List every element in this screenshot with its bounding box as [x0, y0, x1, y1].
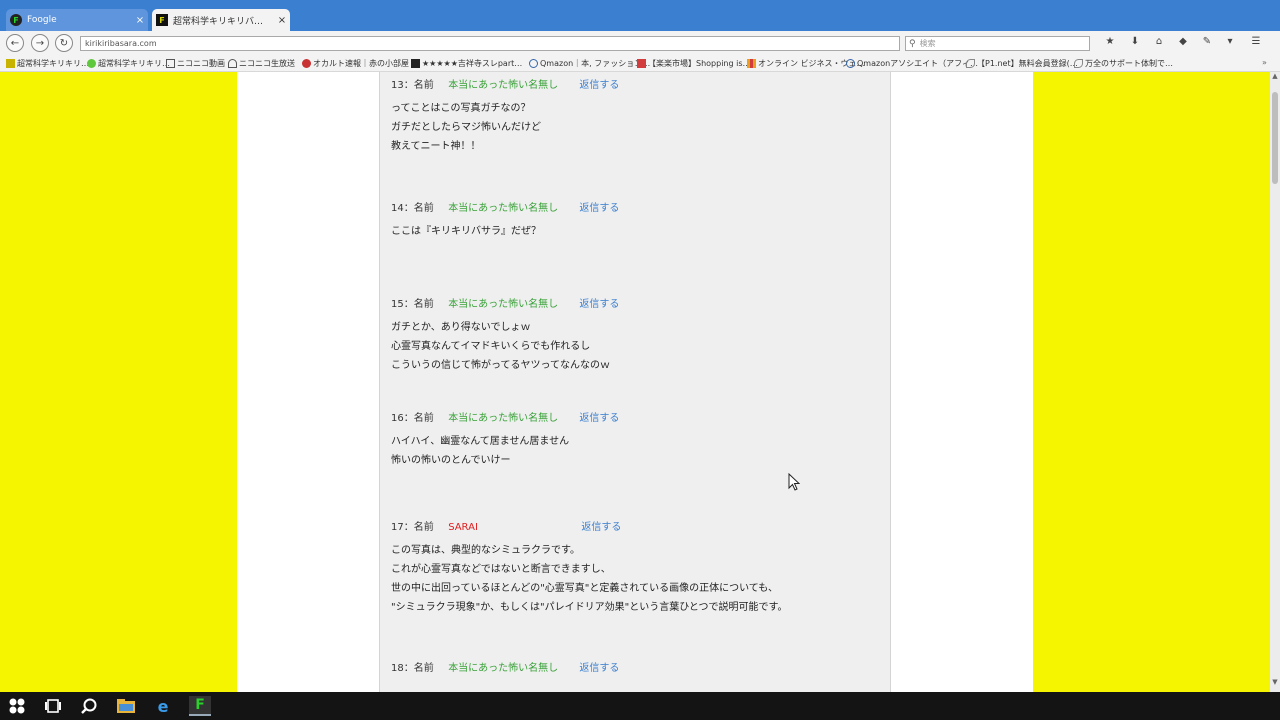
foogle-favicon-icon: F: [10, 14, 22, 26]
post-body: ハイハイ、幽霊なんて居ません居ません 怖いの怖いのとんでいけー: [391, 436, 570, 466]
leaf-icon: [966, 59, 975, 68]
os-taskbar: e F: [0, 692, 1280, 720]
comment-board: 13：名前 本当にあった怖い名無し 返信する ってことはこの写真ガチなの？ ガチ…: [379, 72, 891, 692]
search-icon: ⚲: [909, 38, 916, 49]
name-label: 名前: [413, 522, 434, 533]
tab-foogle[interactable]: F Foogle ×: [6, 9, 148, 31]
bookmarks-bar: 超常科学キリキリ… 超常科学キリキリ… ニコニコ動画 ニコニコ生放送 オカルト速…: [0, 55, 1280, 72]
cloud-icon: [228, 59, 237, 68]
bookmark-item[interactable]: ★★★★★吉祥寺スレpart…: [411, 58, 522, 69]
edge-browser-icon[interactable]: e: [152, 696, 174, 716]
windows-start-icon[interactable]: [6, 696, 28, 716]
bookmark-item[interactable]: Qmazon｜本, ファッション…: [529, 58, 650, 69]
box-icon: [637, 59, 646, 68]
tag-icon: [411, 59, 420, 68]
poster-name: SARAI: [448, 522, 478, 533]
reply-link[interactable]: 返信する: [581, 518, 621, 533]
reply-link[interactable]: 返信する: [579, 295, 619, 310]
bookmark-item[interactable]: Qmazonアソシエイト（アフィ…: [846, 58, 978, 69]
post-number: 14：: [391, 203, 414, 214]
post-number: 13：: [391, 80, 414, 91]
heart-icon: [87, 59, 96, 68]
user-icon: [846, 59, 855, 68]
poster-name: 本当にあった怖い名無し: [448, 80, 559, 91]
bookmark-item[interactable]: ニコニコ生放送: [228, 58, 295, 69]
search-input[interactable]: ⚲ 検索: [905, 36, 1090, 51]
mouse-cursor-icon: [788, 473, 800, 491]
scroll-down-icon[interactable]: ▼: [1271, 678, 1279, 690]
wrench-icon[interactable]: ✎: [1199, 36, 1215, 50]
reply-link[interactable]: 返信する: [579, 659, 619, 674]
bookmark-item[interactable]: 超常科学キリキリ…: [6, 58, 89, 69]
post-body: ここは『キリキリバサラ』だぜ？: [391, 226, 541, 237]
tab-close-icon[interactable]: ×: [274, 15, 290, 26]
task-view-icon[interactable]: [42, 696, 64, 716]
file-explorer-icon[interactable]: [115, 696, 137, 716]
name-label: 名前: [413, 299, 434, 310]
poster-name: 本当にあった怖い名無し: [448, 299, 559, 310]
bookmark-item[interactable]: ニコニコ動画: [166, 58, 225, 69]
kiri-favicon-icon: F: [156, 14, 168, 26]
download-icon[interactable]: ⬇: [1127, 36, 1143, 50]
bookmark-item[interactable]: 【P1.net】無料会員登録(…: [966, 58, 1078, 69]
stripe-icon: [747, 59, 756, 68]
browser-toolbar: ← → ↻ kirikiribasara.com ⚲ 検索 ★ ⬇ ⌂ ◆ ✎ …: [0, 31, 1280, 55]
reload-button[interactable]: ↻: [55, 34, 73, 52]
name-label: 名前: [413, 663, 434, 674]
bookmark-item[interactable]: 万全のサポート体制で…: [1074, 58, 1173, 69]
tab-kirikiribasara[interactable]: F 超常科学キリキリバ… ×: [152, 9, 290, 31]
search-placeholder: 検索: [919, 39, 936, 48]
menu-icon[interactable]: ☰: [1248, 36, 1264, 50]
reply-link[interactable]: 返信する: [579, 76, 619, 91]
tab-label: 超常科学キリキリバ…: [173, 16, 264, 27]
post-header: 17：名前 SARAI 返信する: [391, 518, 621, 533]
post-header: 13：名前 本当にあった怖い名無し 返信する: [391, 76, 619, 91]
post-header: 16：名前 本当にあった怖い名無し 返信する: [391, 409, 619, 424]
leaf-icon: [1074, 59, 1083, 68]
post-body: ガチとか、あり得ないでしょｗ 心霊写真なんてイマドキいくらでも作れるし こういう…: [391, 322, 610, 371]
poster-name: 本当にあった怖い名無し: [448, 203, 559, 214]
bookmarks-overflow-icon[interactable]: »: [1262, 58, 1267, 67]
page-scrollbar[interactable]: ▲ ▼: [1270, 72, 1280, 692]
name-label: 名前: [413, 413, 434, 424]
post-header: 15：名前 本当にあった怖い名無し 返信する: [391, 295, 619, 310]
home-icon[interactable]: ⌂: [1151, 36, 1167, 50]
post-body: ってことはこの写真ガチなの？ ガチだとしたらマジ怖いんだけど 教えてニート神！！: [391, 103, 541, 152]
name-label: 名前: [413, 203, 434, 214]
tv-icon: [166, 59, 175, 68]
page-viewport: 13：名前 本当にあった怖い名無し 返信する ってことはこの写真ガチなの？ ガチ…: [0, 72, 1270, 692]
reply-link[interactable]: 返信する: [579, 409, 619, 424]
post-header: 18：名前 本当にあった怖い名無し 返信する: [391, 659, 619, 674]
post-number: 16：: [391, 413, 414, 424]
forward-button[interactable]: →: [31, 34, 49, 52]
name-label: 名前: [413, 80, 434, 91]
poster-name: 本当にあった怖い名無し: [448, 663, 559, 674]
tab-close-icon[interactable]: ×: [132, 15, 148, 26]
tab-strip: F Foogle × F 超常科学キリキリバ… ×: [0, 0, 1280, 31]
post-number: 18：: [391, 663, 414, 674]
bookmark-star-icon[interactable]: ★: [1102, 36, 1118, 50]
kiri-icon: [6, 59, 15, 68]
taskbar-app-kiri-icon[interactable]: F: [189, 696, 211, 716]
post-number: 15：: [391, 299, 414, 310]
scroll-up-icon[interactable]: ▲: [1271, 72, 1279, 84]
post-body: この写真は、典型的なシミュラクラです。 これが心霊写真などではないと断言できます…: [391, 545, 788, 613]
chevron-down-icon[interactable]: ▾: [1222, 36, 1238, 50]
puzzle-icon[interactable]: ◆: [1175, 36, 1191, 50]
scroll-thumb[interactable]: [1272, 92, 1278, 184]
reply-link[interactable]: 返信する: [579, 199, 619, 214]
post-number: 17：: [391, 522, 414, 533]
bookmark-item[interactable]: 超常科学キリキリ…: [87, 58, 170, 69]
url-bar[interactable]: kirikiribasara.com: [80, 36, 900, 51]
post-header: 14：名前 本当にあった怖い名無し 返信する: [391, 199, 619, 214]
tab-label: Foogle: [27, 15, 57, 25]
back-button[interactable]: ←: [6, 34, 24, 52]
user-icon: [529, 59, 538, 68]
bookmark-item[interactable]: 【楽楽市場】Shopping is…: [637, 58, 751, 69]
bird-icon: [302, 59, 311, 68]
bookmark-item[interactable]: オカルト速報｜赤の小部屋: [302, 58, 409, 69]
poster-name: 本当にあった怖い名無し: [448, 413, 559, 424]
search-icon[interactable]: [78, 696, 100, 716]
